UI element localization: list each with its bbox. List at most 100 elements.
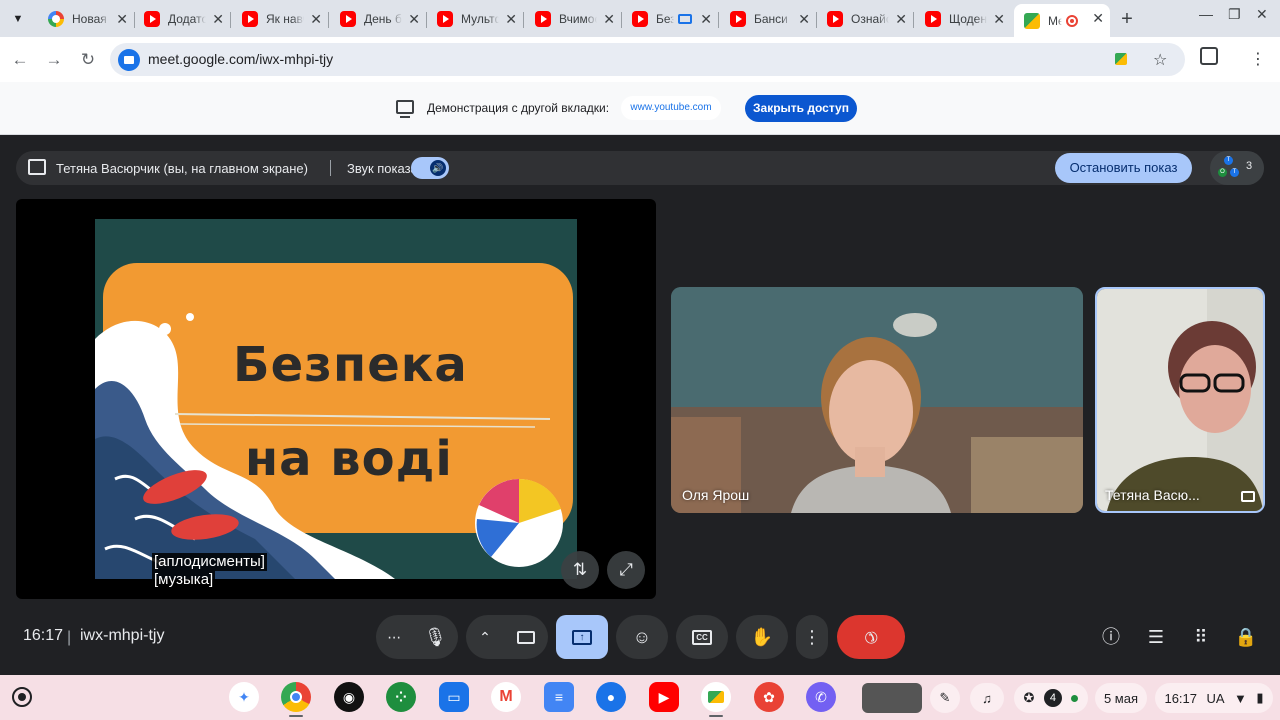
tab-8[interactable]: Ознайомлення ✕	[817, 5, 914, 33]
tab-5[interactable]: Вчимося ✕	[525, 5, 622, 33]
source-site-chip[interactable]: www.youtube.com	[621, 96, 721, 120]
tab-6[interactable]: Безпека ✕	[622, 5, 719, 33]
stop-access-button[interactable]: Закрыть доступ	[745, 95, 857, 122]
messages-icon[interactable]: ●	[596, 682, 626, 712]
more-options-button[interactable]: ⋮	[796, 615, 828, 659]
presentation-tile[interactable]: Безпека на воді ⇅ ⤢	[16, 199, 656, 599]
tab-title: Meet	[1048, 13, 1062, 28]
close-icon[interactable]: ✕	[505, 11, 517, 27]
youtube-icon	[144, 11, 160, 27]
close-icon[interactable]: ✕	[408, 11, 420, 27]
caption-line: [музыка]	[152, 571, 216, 589]
meeting-info-icon[interactable]: ⓘ	[1099, 625, 1123, 649]
date-tray[interactable]: 5 мая	[1095, 683, 1147, 713]
close-window-icon[interactable]: ✕	[1256, 6, 1268, 23]
date-text: 5 мая	[1103, 690, 1139, 706]
tab-1[interactable]: Додаток ✕	[134, 5, 231, 33]
host-controls-icon[interactable]: 🔒	[1234, 625, 1258, 649]
leave-call-button[interactable]: ✆	[837, 615, 905, 659]
tab-title: Додаток	[168, 12, 206, 26]
microphone-icon[interactable]: 🎙	[424, 627, 447, 648]
running-indicator	[289, 715, 303, 717]
close-icon[interactable]: ✕	[798, 11, 810, 27]
gemini-icon[interactable]: ✦	[229, 682, 259, 712]
tab-2[interactable]: Як навчитися ✕	[232, 5, 329, 33]
casting-icon	[678, 14, 692, 24]
back-icon[interactable]: ←	[8, 48, 32, 72]
tab-4[interactable]: Мультфільм ✕	[427, 5, 524, 33]
launcher-icon[interactable]	[12, 687, 32, 707]
stylus-icon[interactable]: ✎	[930, 683, 960, 713]
present-now-button[interactable]: ↑	[556, 615, 608, 659]
youtube-icon[interactable]: ▶	[649, 682, 679, 712]
new-tab-button[interactable]: +	[1116, 8, 1138, 30]
system-tray[interactable]: 16:17 UA ▼ ▮	[1155, 683, 1273, 713]
bookmark-star-icon[interactable]: ☆	[1153, 50, 1167, 70]
hang-up-icon: ✆	[859, 625, 882, 648]
camera-icon[interactable]	[516, 630, 535, 644]
participants-chip[interactable]: Т О Т 3	[1210, 151, 1264, 185]
tab-10-active[interactable]: Meet ✕	[1014, 4, 1110, 37]
camera-control-group: ⌃	[466, 615, 548, 659]
running-indicator	[709, 715, 723, 717]
tab-title: Щоденник	[949, 12, 987, 26]
raise-hand-button[interactable]: ✋	[736, 615, 788, 659]
close-icon[interactable]: ✕	[116, 11, 128, 27]
extensions-icon[interactable]	[1200, 47, 1218, 65]
meet-status-icon[interactable]	[1115, 53, 1127, 65]
gmail-icon[interactable]: M	[491, 682, 521, 712]
menu-icon[interactable]: ⋮	[1250, 49, 1266, 69]
stop-presenting-button[interactable]: Остановить показ	[1055, 153, 1192, 183]
close-icon[interactable]: ✕	[212, 11, 224, 27]
swap-icon[interactable]: ⇅	[561, 551, 599, 589]
podcast-icon[interactable]: ◉	[334, 682, 364, 712]
slide-title-line2: на воді	[245, 431, 453, 487]
captions-button[interactable]: CC	[676, 615, 728, 659]
docs-icon[interactable]: ≡	[544, 682, 574, 712]
participant-tile-self[interactable]: Тетяна Васю...	[1095, 287, 1265, 513]
reload-icon[interactable]: ↻	[76, 48, 100, 72]
site-info-icon[interactable]	[118, 49, 140, 71]
apps-grid-icon[interactable]: ⁘	[386, 682, 416, 712]
wifi-icon: ▼	[1234, 690, 1247, 706]
tab-0[interactable]: Новая вкладка ✕	[38, 5, 135, 33]
address-bar[interactable]: meet.google.com/iwx-mhpi-tjy ☆	[110, 43, 1185, 76]
chevron-up-icon[interactable]: ⌃	[479, 629, 491, 646]
tab-7[interactable]: Банси ✕	[720, 5, 817, 33]
close-icon[interactable]: ✕	[993, 11, 1005, 27]
emoji-reactions-button[interactable]: ☺	[616, 615, 668, 659]
forward-icon[interactable]: →	[42, 48, 66, 72]
fullscreen-icon[interactable]: ⤢	[607, 551, 645, 589]
meet-icon[interactable]	[701, 682, 731, 712]
tab-title: День безпеки	[364, 12, 402, 26]
minimize-icon[interactable]: —	[1199, 6, 1213, 22]
notification-count: 4	[1043, 689, 1062, 707]
participant-tile[interactable]: Оля Ярош	[671, 287, 1083, 513]
chat-icon[interactable]: ☰	[1144, 625, 1168, 649]
participant-name: Оля Ярош	[682, 487, 750, 503]
close-icon[interactable]: ✕	[603, 11, 615, 27]
activities-icon[interactable]: ⠿	[1189, 625, 1213, 649]
tab-9[interactable]: Щоденник ✕	[915, 5, 1011, 33]
close-icon[interactable]: ✕	[895, 11, 907, 27]
participant-avatars: Т О Т	[1218, 156, 1240, 180]
tab-3[interactable]: День безпеки ✕	[330, 5, 427, 33]
canvas-icon[interactable]: ✿	[754, 682, 784, 712]
chrome-icon[interactable]	[281, 682, 311, 712]
notification-tray[interactable]: ✪ 4	[1014, 683, 1088, 713]
share-sound-toggle[interactable]: 🔊	[411, 157, 449, 179]
tote-thumbnails[interactable]	[862, 683, 922, 713]
close-icon[interactable]: ✕	[700, 11, 712, 27]
participant-video	[1097, 289, 1263, 511]
files-icon[interactable]: ▭	[439, 682, 469, 712]
close-icon[interactable]: ✕	[310, 11, 322, 27]
tab-search-button[interactable]: ▼	[6, 7, 30, 31]
more-audio-options-icon[interactable]: ⋯	[387, 629, 401, 646]
close-icon[interactable]: ✕	[1092, 10, 1104, 26]
media-controls-icon[interactable]: ♫	[970, 683, 1004, 713]
restore-icon[interactable]: ❐	[1228, 6, 1241, 23]
viber-icon[interactable]: ✆	[806, 682, 836, 712]
youtube-icon	[632, 11, 648, 27]
pip-icon[interactable]	[1241, 491, 1255, 502]
url-text[interactable]: meet.google.com/iwx-mhpi-tjy	[148, 51, 333, 67]
